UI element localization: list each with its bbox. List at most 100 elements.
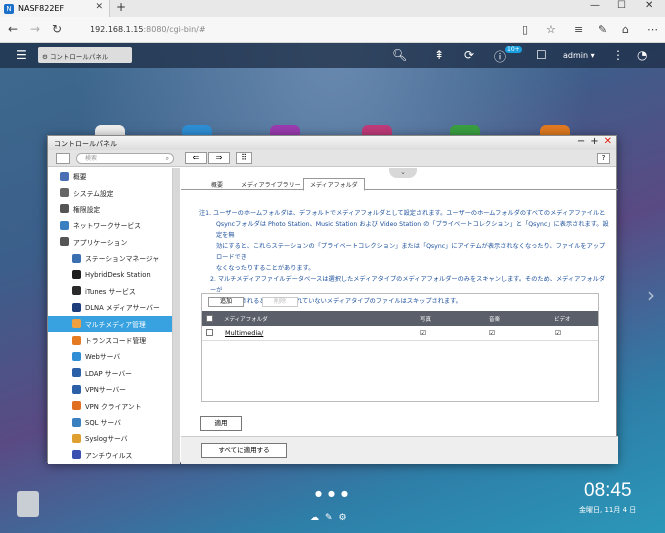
sidebar-item[interactable]: LDAP サーバー [48,365,172,381]
nas-favicon-icon: N [4,3,14,14]
forward-icon[interactable]: ⇒ [208,152,230,164]
column-header: 写真 [420,317,432,323]
folder-name[interactable]: Multimedia/ [225,329,263,337]
favorite-star-icon[interactable]: ☆ [546,23,556,36]
tab-overview[interactable]: 概要 [211,180,223,189]
user-avatar-icon[interactable]: ☐ [536,48,547,62]
page-dots[interactable]: ●●● [315,489,354,498]
table-row[interactable]: Multimedia/ ☑ ☑ ☑ [202,327,598,341]
sidebar-item-icon [60,220,69,230]
qts-top-bar: ☰ ⚙ コントロールパネル 🔍︎ ⇞ ⟳ ⓘ 10+ ☐ admin ▾ ⋮ ◔ [0,43,665,68]
sidebar-item[interactable]: DLNA メディアサーバー [48,299,172,315]
more-icon[interactable]: ⋯ [647,23,658,36]
sidebar-item[interactable]: SQL サーバ [48,414,172,430]
sidebar-item[interactable]: ステーションマネージャ [48,250,172,266]
sidebar-item-label: マルチメディア管理 [85,320,146,329]
column-header: メディアフォルダ [224,317,268,323]
window-titlebar[interactable]: コントロールパネル − + ✕ [48,136,616,150]
search-icon[interactable]: 🔍︎ [392,48,407,62]
sidebar-item-label: 概要 [73,173,87,182]
tab-media-folder[interactable]: メディアフォルダ [303,178,365,191]
sidebar-item[interactable]: トランスコード管理 [48,332,172,348]
close-tab-icon[interactable]: ✕ [95,2,103,12]
sidebar-item-icon [72,368,81,378]
apply-button[interactable]: 適用 [200,416,242,431]
dashboard-icon[interactable]: ◔ [637,48,647,62]
grid-view-icon[interactable]: ⠿ [236,152,252,164]
sidebar-item[interactable]: Webサーバ [48,348,172,364]
next-page-arrow-icon[interactable]: › [647,283,655,307]
menu-toggle-icon[interactable] [56,153,70,164]
media-folder-panel: 追加 削除 メディアフォルダ 写真 音楽 ビデオ Multimedia/ ☑ ☑… [201,293,599,402]
search-icon: ⌕ [165,155,169,162]
sidebar-item[interactable]: アプリケーション [48,234,172,250]
music-checkbox[interactable]: ☑ [489,329,495,337]
sidebar-item[interactable]: マルチメディア管理 [48,315,172,332]
browser-tab[interactable]: N NASF822EF ✕ [0,0,110,17]
sidebar-item-label: システム設定 [73,189,114,198]
sidebar-item-icon [72,433,81,443]
window-minimize-icon[interactable]: − [577,136,585,147]
apply-all-button[interactable]: すべてに適用する [201,443,287,458]
sidebar-item[interactable]: HybridDesk Station [48,266,172,282]
tab-bar: 概要 メディアライブラリー メディアフォルダ [181,178,618,191]
sidebar-item[interactable]: ネットワークサービス [48,217,172,233]
window-maximize-icon[interactable]: + [590,136,598,147]
sidebar-item[interactable]: アンチウイルス [48,447,172,463]
sidebar-item-label: SQL サーバ [85,419,121,428]
sidebar-item[interactable]: システム設定 [48,184,172,200]
main-menu-icon[interactable]: ☰ [16,48,27,62]
sidebar-item-icon [72,270,81,280]
maximize-icon[interactable]: ☐ [617,0,626,11]
address-bar[interactable]: 192.168.1.15:8080/cgi-bin/# [90,25,206,34]
sidebar-item[interactable]: iTunes サービス [48,283,172,299]
taskbar-app-control-panel[interactable]: ⚙ コントロールパネル [38,47,132,63]
table-header: メディアフォルダ 写真 音楽 ビデオ [202,311,598,326]
sidebar-item[interactable]: Syslogサーバ [48,430,172,446]
window-footer: すべてに適用する [181,436,618,464]
main-content: ⌄ 概要 メディアライブラリー メディアフォルダ 注1. ユーザーのホームフォル… [181,168,618,464]
sidebar-item-icon [72,450,81,460]
sidebar-item-icon [72,401,81,411]
back-icon[interactable]: ⇐ [185,152,207,164]
reading-view-icon[interactable]: ▯ [522,23,528,36]
window-close-icon[interactable]: ✕ [604,136,612,147]
note-icon[interactable]: ✎ [598,23,607,36]
help-icon[interactable]: ? [597,153,610,164]
sidebar-item[interactable]: VPN クライアント [48,397,172,413]
window-toolbar: 検索 ⌕ ⇐ ⇒ ⠿ ? [48,150,616,167]
back-icon[interactable]: ← [8,22,18,36]
refresh-icon[interactable]: ↻ [52,22,62,36]
sidebar-item-icon [60,204,69,214]
note-line: Qsyncフォルダは Photo Station、Music Station お… [216,221,609,239]
sidebar-scrollbar[interactable] [173,168,180,464]
bottom-dock[interactable]: ☁✎⚙ [310,513,353,523]
background-task-icon[interactable]: ⇞ [434,48,444,62]
search-input[interactable]: 検索 ⌕ [76,153,174,164]
share-icon[interactable]: ⌂ [622,23,629,36]
close-window-icon[interactable]: ✕ [645,0,653,11]
external-device-icon[interactable]: ⟳ [464,48,474,62]
forward-icon[interactable]: → [30,22,40,36]
sidebar-item-icon [72,335,81,345]
photo-checkbox[interactable]: ☑ [420,329,426,337]
select-all-checkbox[interactable] [206,315,213,322]
minimize-icon[interactable]: — [590,0,600,11]
recycle-bin-icon[interactable] [17,491,39,517]
options-icon[interactable]: ⋮ [612,48,624,62]
sidebar-item[interactable]: 権限設定 [48,201,172,217]
add-button[interactable]: 追加 [208,297,244,307]
sidebar-item-label: アンチウイルス [85,451,133,460]
hub-icon[interactable]: ≡ [574,23,583,36]
user-menu[interactable]: admin ▾ [563,51,595,60]
taskbar-app-label: コントロールパネル [49,53,109,61]
tab-media-library[interactable]: メディアライブラリー [241,180,301,189]
video-checkbox[interactable]: ☑ [555,329,561,337]
expand-chevron-icon[interactable]: ⌄ [389,168,417,178]
new-tab-icon[interactable]: + [116,0,126,14]
sidebar-item-icon [72,319,81,329]
sidebar-item[interactable]: 概要 [48,168,172,184]
delete-button[interactable]: 削除 [262,297,298,307]
sidebar-item[interactable]: VPNサーバー [48,381,172,397]
row-checkbox[interactable] [206,329,213,336]
